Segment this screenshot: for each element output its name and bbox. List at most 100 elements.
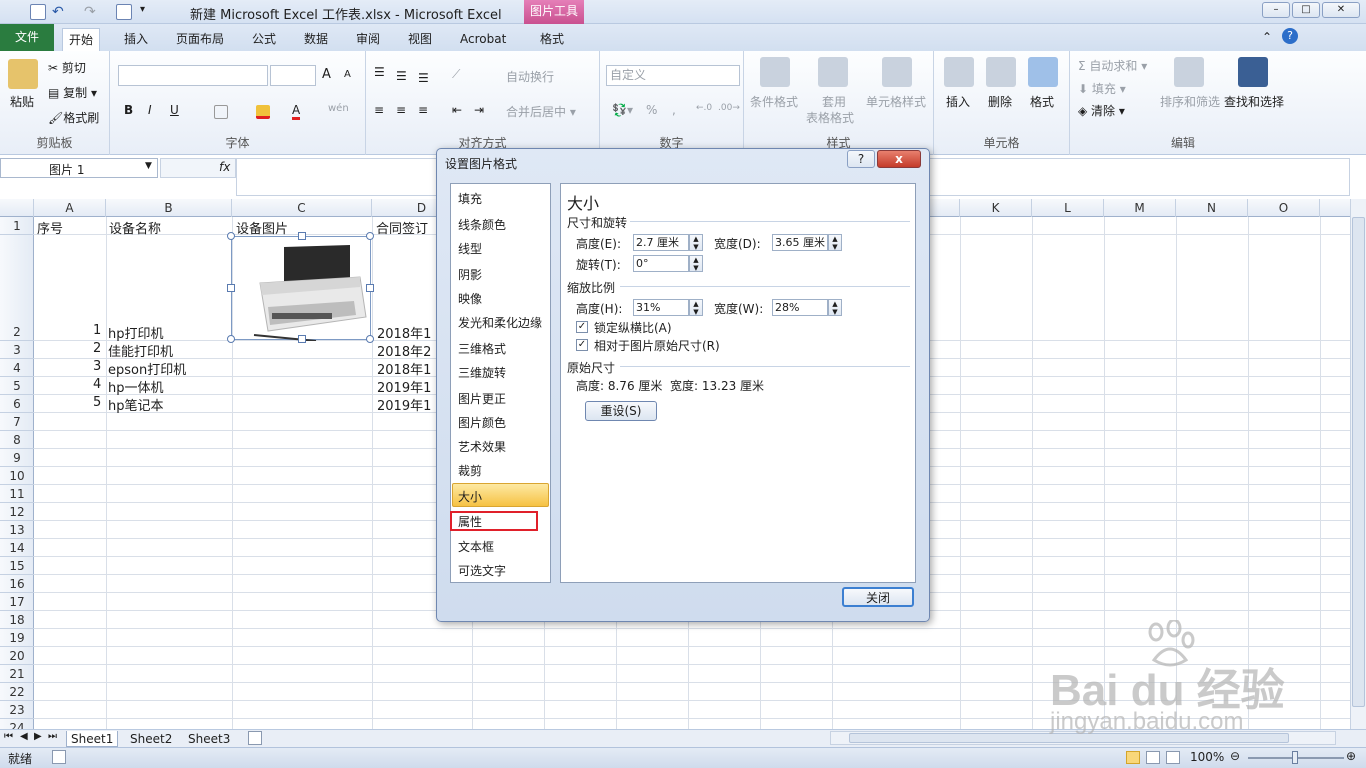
decrease-decimal-icon[interactable]: .00→: [718, 103, 740, 113]
insert-sheet-icon[interactable]: [248, 731, 262, 745]
sheet-tab-3[interactable]: Sheet3: [184, 731, 234, 747]
fill-color-icon[interactable]: [256, 105, 270, 119]
row-header[interactable]: 7: [0, 413, 34, 431]
nav-item-3d-rotation[interactable]: 三维旋转: [458, 364, 506, 381]
row-header[interactable]: 1: [0, 217, 34, 235]
width-input[interactable]: 3.65 厘米: [772, 234, 828, 251]
help-icon[interactable]: ?: [1282, 28, 1298, 44]
row-header[interactable]: 20: [0, 647, 34, 665]
row-header[interactable]: 15: [0, 557, 34, 575]
row-header[interactable]: 8: [0, 431, 34, 449]
border-icon[interactable]: [214, 105, 228, 119]
align-left-icon[interactable]: ≡: [374, 103, 384, 117]
sheet-nav-next-icon[interactable]: ▶: [34, 731, 42, 742]
conditional-format-button[interactable]: 条件格式: [750, 93, 798, 110]
nav-item-properties[interactable]: 属性: [458, 513, 482, 530]
nav-item-alt-text[interactable]: 可选文字: [458, 562, 506, 579]
resize-handle[interactable]: [366, 232, 374, 240]
delete-cells-button[interactable]: 删除: [988, 93, 1012, 110]
nav-item-artistic-effects[interactable]: 艺术效果: [458, 438, 506, 455]
column-header[interactable]: K: [960, 199, 1032, 217]
maximize-button[interactable]: □: [1292, 2, 1320, 18]
resize-handle[interactable]: [298, 232, 306, 240]
resize-handle[interactable]: [366, 335, 374, 343]
wrap-text-button[interactable]: 自动换行: [506, 68, 554, 85]
resize-handle[interactable]: [227, 284, 235, 292]
sheet-nav-prev-icon[interactable]: ◀: [20, 731, 28, 742]
select-all-corner[interactable]: [0, 199, 34, 217]
cell-D5[interactable]: 2019年1: [377, 377, 431, 396]
vertical-scroll-thumb[interactable]: [1352, 217, 1365, 707]
cell-D4[interactable]: 2018年1: [377, 359, 431, 378]
column-header[interactable]: N: [1176, 199, 1248, 217]
nav-item-text-box[interactable]: 文本框: [458, 538, 494, 555]
insert-function-button[interactable]: fx: [219, 160, 230, 174]
align-right-icon[interactable]: ≡: [418, 103, 428, 117]
fill-button[interactable]: ⬇ 填充 ▾: [1078, 80, 1126, 97]
scale-width-spinner[interactable]: ▲ ▼: [828, 299, 842, 316]
row-header[interactable]: 18: [0, 611, 34, 629]
tab-acrobat[interactable]: Acrobat: [454, 28, 512, 51]
indent-increase-icon[interactable]: ⇥: [474, 103, 484, 117]
cut-button[interactable]: ✂ 剪切: [48, 59, 86, 76]
row-header[interactable]: 21: [0, 665, 34, 683]
dialog-close-x-button[interactable]: x: [877, 150, 921, 168]
row-header[interactable]: 5: [0, 377, 34, 395]
sheet-nav-first-icon[interactable]: ⏮: [4, 731, 13, 742]
font-name-combo[interactable]: [118, 65, 268, 86]
resize-handle[interactable]: [227, 232, 235, 240]
tab-home[interactable]: 开始: [62, 28, 101, 51]
accounting-format-icon[interactable]: 💱▾: [612, 103, 633, 117]
nav-item-line-color[interactable]: 线条颜色: [458, 216, 506, 233]
zoom-out-icon[interactable]: ⊖: [1230, 749, 1240, 763]
tab-data[interactable]: 数据: [298, 28, 334, 51]
height-spinner[interactable]: ▲ ▼: [689, 234, 703, 251]
font-size-combo[interactable]: [270, 65, 316, 86]
autosum-button[interactable]: Σ 自动求和 ▾: [1078, 57, 1147, 74]
italic-button[interactable]: I: [148, 103, 152, 117]
redo-icon[interactable]: ↷: [84, 4, 100, 20]
cell-B1[interactable]: 设备名称: [109, 218, 161, 237]
paste-button[interactable]: 粘贴: [10, 93, 34, 110]
orientation-icon[interactable]: ⟋: [452, 67, 460, 82]
align-top-icon[interactable]: ☰: [374, 65, 385, 79]
bold-button[interactable]: B: [124, 103, 133, 117]
cell-A6[interactable]: 5: [93, 395, 101, 410]
reset-button[interactable]: 重设(S): [585, 401, 657, 421]
sheet-tab-1[interactable]: Sheet1: [66, 731, 119, 747]
cell-D6[interactable]: 2019年1: [377, 395, 431, 414]
sheet-tab-2[interactable]: Sheet2: [126, 731, 176, 747]
find-select-button[interactable]: 查找和选择: [1224, 93, 1284, 110]
indent-decrease-icon[interactable]: ⇤: [452, 103, 462, 117]
cell-B2[interactable]: hp打印机: [108, 323, 164, 342]
cell-B4[interactable]: epson打印机: [108, 359, 186, 378]
comma-button[interactable]: ,: [672, 103, 676, 117]
row-header[interactable]: 10: [0, 467, 34, 485]
row-header[interactable]: 19: [0, 629, 34, 647]
tab-page-layout[interactable]: 页面布局: [170, 28, 230, 51]
underline-button[interactable]: U: [170, 103, 179, 117]
height-input[interactable]: 2.7 厘米: [633, 234, 689, 251]
format-painter-button[interactable]: 🖌格式刷: [48, 109, 99, 126]
zoom-in-icon[interactable]: ⊕: [1346, 749, 1356, 763]
page-layout-view-icon[interactable]: [1146, 751, 1160, 764]
cell-A3[interactable]: 2: [93, 341, 101, 356]
tab-formulas[interactable]: 公式: [246, 28, 282, 51]
nav-item-reflection[interactable]: 映像: [458, 290, 482, 307]
cell-B3[interactable]: 佳能打印机: [108, 341, 173, 360]
row-header[interactable]: 3: [0, 341, 34, 359]
row-header[interactable]: 23: [0, 701, 34, 719]
cell-D3[interactable]: 2018年2: [377, 341, 431, 360]
width-spinner[interactable]: ▲ ▼: [828, 234, 842, 251]
print-preview-icon[interactable]: [116, 4, 132, 20]
grow-font-button[interactable]: A: [322, 67, 331, 82]
row-header[interactable]: 6: [0, 395, 34, 413]
resize-handle[interactable]: [298, 335, 306, 343]
column-header[interactable]: C: [232, 199, 372, 217]
insert-cells-button[interactable]: 插入: [946, 93, 970, 110]
row-header[interactable]: 14: [0, 539, 34, 557]
font-color-button[interactable]: A: [292, 103, 301, 120]
cell-styles-icon[interactable]: [882, 57, 912, 87]
nav-item-3d-format[interactable]: 三维格式: [458, 340, 506, 357]
percent-button[interactable]: %: [646, 103, 657, 117]
